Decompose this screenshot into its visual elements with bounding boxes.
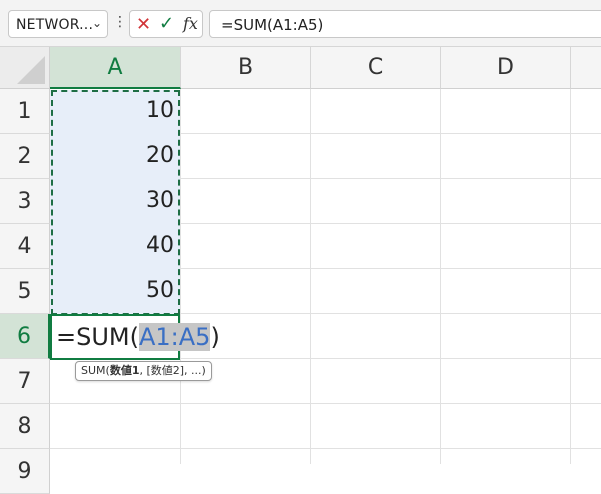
row-header-4[interactable]: 4: [0, 224, 50, 269]
cell-edit-text[interactable]: =SUM(A1:A5): [56, 320, 220, 354]
checkmark-icon[interactable]: ✓: [159, 13, 174, 34]
edit-reference: A1:A5: [138, 323, 211, 351]
column-header-a[interactable]: A: [50, 47, 181, 89]
cell-value: 10: [146, 98, 174, 123]
column-header-c[interactable]: C: [311, 47, 441, 89]
name-box[interactable]: NETWOR... ⌄: [8, 10, 108, 38]
tooltip-func: SUM(: [81, 364, 110, 377]
cancel-x-icon[interactable]: ✕: [136, 14, 151, 35]
cell-value: 30: [146, 188, 174, 213]
cell-a4[interactable]: 40: [50, 225, 180, 270]
row-header-6[interactable]: 6: [0, 314, 50, 359]
name-box-text: NETWOR...: [16, 17, 94, 33]
column-header-e[interactable]: [571, 47, 601, 89]
select-all-corner[interactable]: [0, 47, 50, 89]
fx-icon[interactable]: fx: [183, 14, 198, 33]
row-header-5[interactable]: 5: [0, 269, 50, 314]
edit-suffix: ): [210, 323, 220, 351]
cell-a1[interactable]: 10: [50, 90, 180, 135]
column-header-d[interactable]: D: [441, 47, 571, 89]
cell-a5[interactable]: 50: [50, 270, 180, 315]
gridline: [440, 89, 441, 464]
chevron-down-icon[interactable]: ⌄: [92, 16, 102, 30]
worksheet-grid: A B C D 1 2 3 4 5 6 7 8 9 10 20 30 40 50…: [0, 47, 601, 494]
function-tooltip[interactable]: SUM(数値1, [数値2], ...): [75, 361, 212, 381]
row-header-1[interactable]: 1: [0, 89, 50, 134]
kebab-icon[interactable]: ⋮: [113, 14, 127, 30]
formula-actions: ✕ ✓ fx: [129, 10, 203, 38]
cell-value: 20: [146, 143, 174, 168]
gridline: [310, 89, 311, 464]
row-header-7[interactable]: 7: [0, 359, 50, 404]
cell-a3[interactable]: 30: [50, 180, 180, 225]
row-header-3[interactable]: 3: [0, 179, 50, 224]
cell-value: 50: [146, 278, 174, 303]
edit-prefix: =SUM(: [56, 323, 139, 351]
cell-value: 40: [146, 233, 174, 258]
gridline: [570, 89, 571, 464]
formula-input[interactable]: =SUM(A1:A5): [209, 10, 601, 38]
gridline: [180, 89, 181, 464]
gridline: [50, 448, 601, 449]
tooltip-arg1: 数値1: [109, 364, 140, 377]
column-header-b[interactable]: B: [181, 47, 311, 89]
row-header-8[interactable]: 8: [0, 404, 50, 449]
cell-a2[interactable]: 20: [50, 135, 180, 180]
formula-bar: NETWOR... ⌄ ⋮ ✕ ✓ fx =SUM(A1:A5): [0, 0, 601, 47]
row-header-9[interactable]: 9: [0, 449, 50, 494]
gridline: [50, 403, 601, 404]
tooltip-rest: , [数値2], ...): [139, 364, 206, 377]
row-header-2[interactable]: 2: [0, 134, 50, 179]
formula-text: =SUM(A1:A5): [221, 16, 324, 34]
